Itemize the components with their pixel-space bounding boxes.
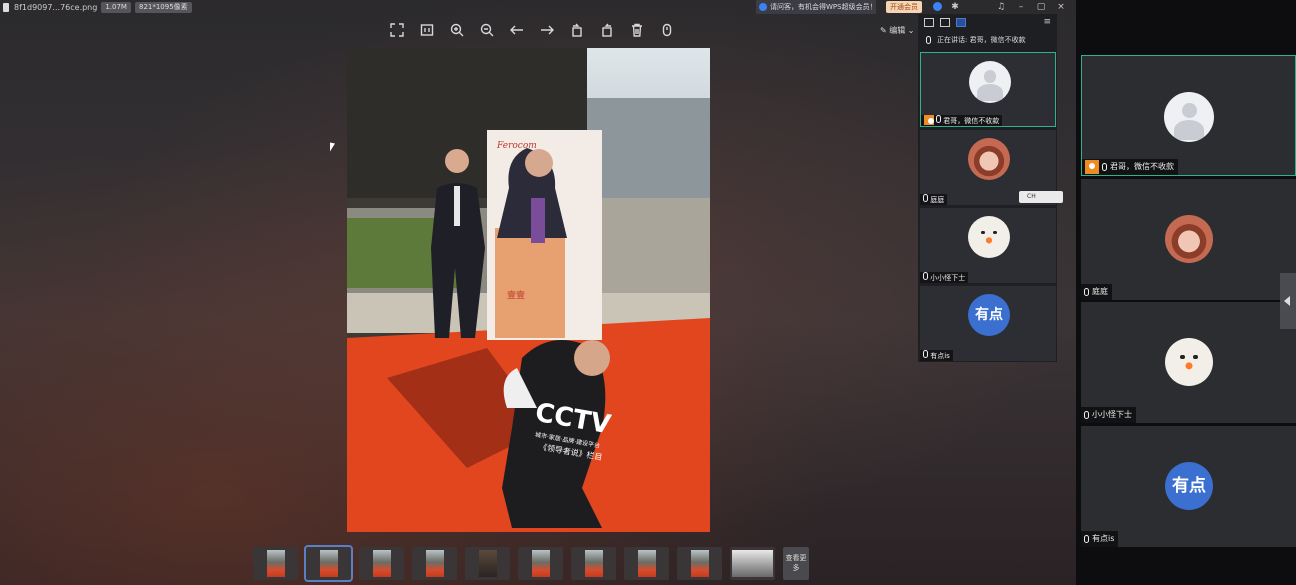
participant-tile[interactable]: 庭庭 [1081, 179, 1296, 300]
participant-name: 庭庭 [1081, 284, 1112, 300]
thumbnail[interactable] [465, 547, 510, 580]
mic-icon [1084, 288, 1089, 296]
original-size-icon[interactable] [412, 20, 442, 40]
participant-name: 有点is [1081, 531, 1119, 547]
thumbnail[interactable] [730, 547, 775, 580]
mini-tile-name: 有点is [920, 350, 953, 361]
edit-label: 编辑 [889, 26, 906, 35]
participant-tile-host[interactable]: 君哥，微信不收款 [1081, 55, 1296, 176]
thumbnail[interactable] [518, 547, 563, 580]
thumbnail-strip: 查看更多 [253, 545, 817, 582]
zoom-out-icon[interactable] [472, 20, 502, 40]
avatar: 有点 [968, 294, 1010, 336]
mic-icon [923, 272, 928, 280]
fit-screen-icon[interactable] [382, 20, 412, 40]
notification-icon[interactable]: ♫ [994, 0, 1008, 14]
avatar-icon[interactable] [930, 0, 944, 14]
displayed-photo: Ferocom 壹壹 CCTV 城市·家居·品牌·建设平台 《领导者说》栏目 [347, 48, 710, 532]
more-icon[interactable] [652, 20, 682, 40]
promo-banner[interactable]: 请问客，有机会得WPS超级会员！ [756, 0, 876, 14]
filesize-badge: 1.07M [101, 1, 131, 13]
thumbnail[interactable] [253, 547, 298, 580]
speaking-label: 正在讲话: 君哥，微信不收款 [937, 36, 1026, 44]
speaker-view-icon[interactable] [956, 17, 966, 27]
prev-icon[interactable] [502, 20, 532, 40]
more-thumbnails-button[interactable]: 查看更多 [783, 547, 809, 580]
mic-icon [926, 36, 931, 44]
dimensions-badge: 821*1095像素 [134, 1, 192, 13]
minimize-icon[interactable]: – [1014, 0, 1028, 14]
thumbnail[interactable] [624, 547, 669, 580]
board-brand: Ferocom [496, 141, 537, 151]
mouse-cursor [330, 142, 335, 153]
mini-panel-header: ≡ [918, 14, 1057, 30]
close-icon[interactable]: × [1054, 0, 1068, 14]
thumbnail[interactable] [412, 547, 457, 580]
speaking-indicator: 正在讲话: 君哥，微信不收款 [918, 30, 1057, 50]
meeting-mini-panel: ≡ 正在讲话: 君哥，微信不收款 君哥，微信不收款 庭庭 小小怪下士 有点 有点… [918, 14, 1057, 362]
participant-name: 君哥，微信不收款 [1082, 159, 1178, 175]
board-name: 壹壹 [507, 289, 525, 301]
image-viewer: 8f1d9097...76ce.png 1.07M 821*1095像素 请问客… [0, 0, 1076, 585]
default-avatar-icon [969, 61, 1011, 103]
thumbnail-selected[interactable] [304, 545, 353, 582]
avatar [1165, 338, 1213, 386]
mini-tile-name: 庭庭 [920, 194, 948, 205]
next-icon[interactable] [532, 20, 562, 40]
avatar [968, 216, 1010, 258]
mic-icon [1084, 535, 1089, 543]
mini-tile[interactable]: 小小怪下士 [920, 208, 1056, 283]
avatar [1165, 215, 1213, 263]
filename: 8f1d9097...76ce.png [14, 2, 98, 12]
participant-tile[interactable]: 小小怪下士 [1081, 302, 1296, 423]
host-badge-icon [1085, 160, 1099, 174]
edit-button[interactable]: ✎ 编辑 ⌄ [880, 25, 915, 36]
host-badge-icon [924, 115, 934, 125]
grid-view-icon[interactable] [924, 17, 934, 27]
rotate-right-icon[interactable] [592, 20, 622, 40]
mic-icon [923, 350, 928, 358]
collapse-panel-button[interactable] [1280, 273, 1296, 329]
mic-icon [923, 194, 928, 202]
participant-tile[interactable]: 有点 有点is [1081, 426, 1296, 547]
mic-icon [936, 115, 941, 123]
file-icon [2, 2, 11, 12]
input-method-badge[interactable]: CH [1019, 191, 1063, 203]
mic-icon [1084, 411, 1089, 419]
participant-column: 君哥，微信不收款 庭庭 小小怪下士 有点 有点is [1076, 0, 1296, 585]
mini-tile-name: 君哥，微信不收款 [921, 115, 1003, 126]
default-avatar-icon [1164, 92, 1214, 142]
zoom-in-icon[interactable] [442, 20, 472, 40]
vip-button[interactable]: 开通会员 [886, 1, 922, 13]
avatar [968, 138, 1010, 180]
thumbnail[interactable] [677, 547, 722, 580]
mini-tile-host[interactable]: 君哥，微信不收款 [920, 52, 1056, 127]
viewer-toolbar [382, 20, 682, 40]
skin-icon[interactable]: ✱ [948, 0, 962, 14]
rotate-left-icon[interactable] [562, 20, 592, 40]
avatar: 有点 [1165, 462, 1213, 510]
menu-icon[interactable]: ≡ [1043, 17, 1051, 27]
mini-tile[interactable]: 有点 有点is [920, 286, 1056, 361]
mic-icon [1102, 163, 1107, 171]
participant-name: 小小怪下士 [1081, 407, 1136, 423]
mini-tile-name: 小小怪下士 [920, 272, 969, 283]
thumbnail[interactable] [359, 547, 404, 580]
maximize-icon[interactable]: ▢ [1034, 0, 1048, 14]
window-icon[interactable] [940, 17, 950, 27]
thumbnail[interactable] [571, 547, 616, 580]
delete-icon[interactable] [622, 20, 652, 40]
